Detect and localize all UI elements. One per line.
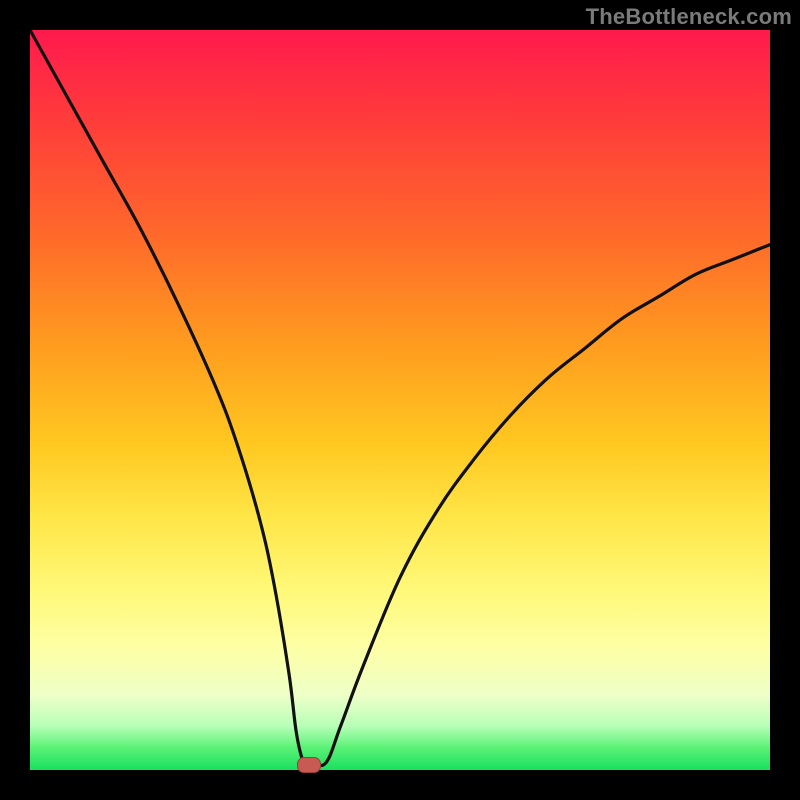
watermark-text: TheBottleneck.com: [586, 4, 792, 30]
chart-frame: TheBottleneck.com: [0, 0, 800, 800]
plot-area: [30, 30, 770, 770]
optimal-point-marker: [297, 757, 321, 773]
bottleneck-curve: [30, 30, 770, 770]
